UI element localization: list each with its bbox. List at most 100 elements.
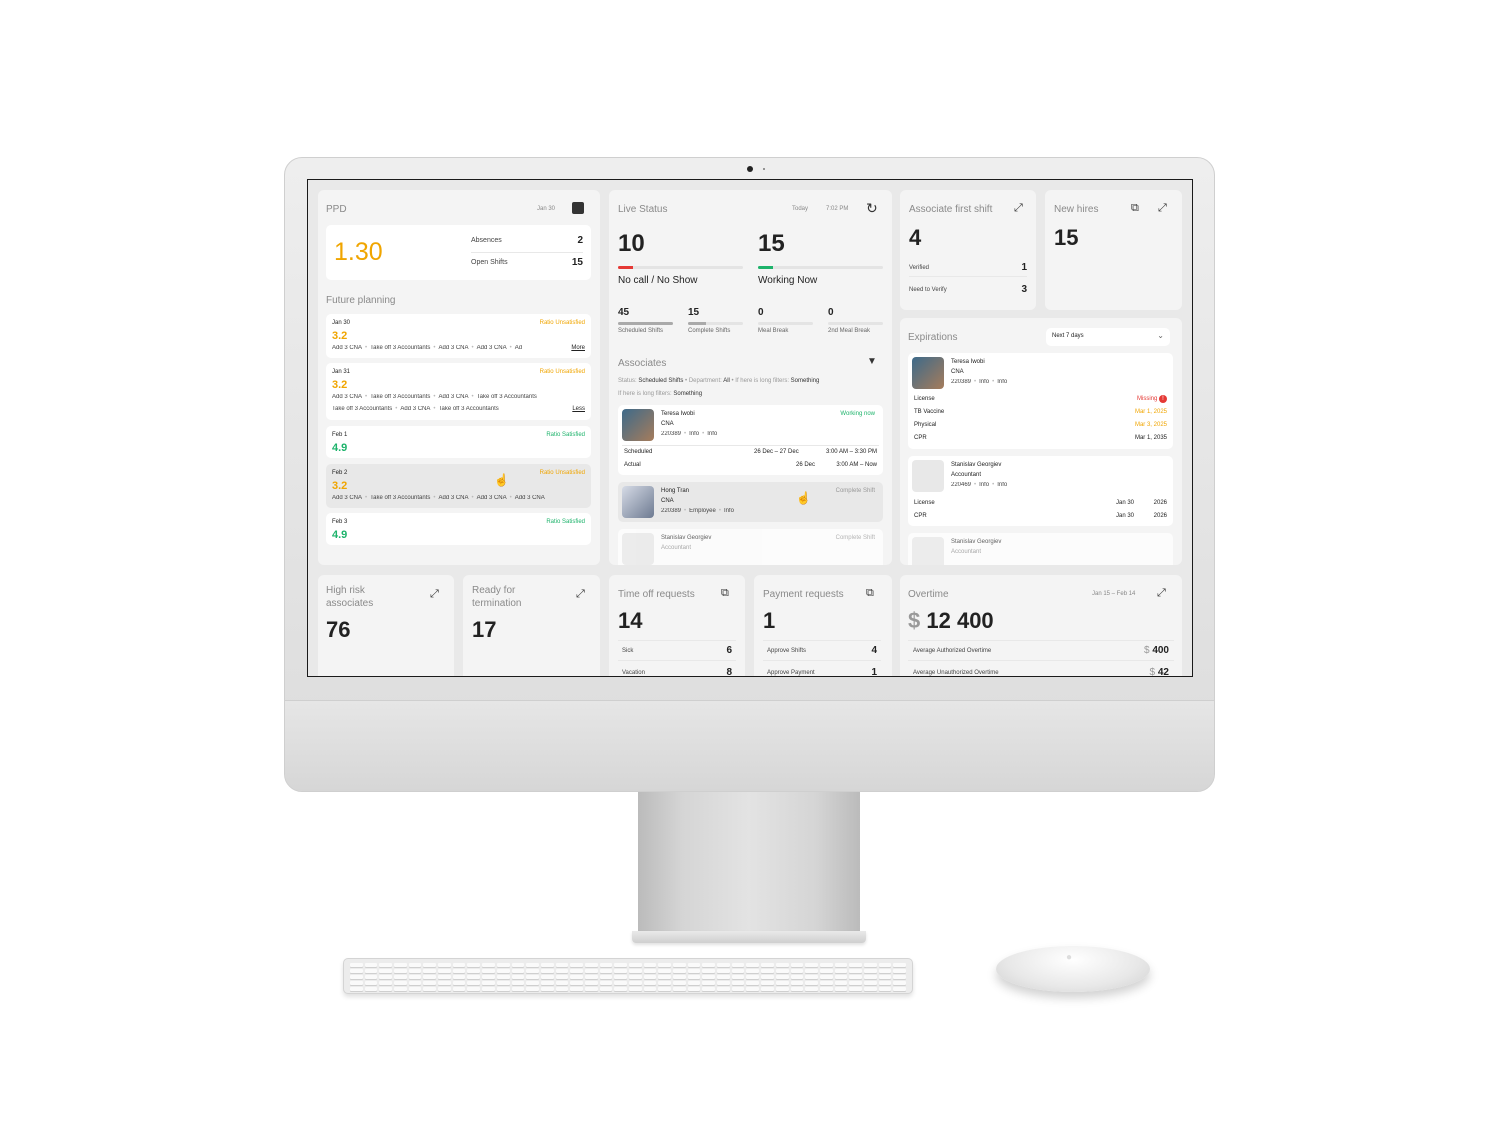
expand-icon[interactable]: ⤢ — [1014, 203, 1023, 214]
filter-row: Status: Scheduled Shifts • Department: A… — [618, 378, 820, 384]
apple-logo-icon: ● — [1066, 952, 1073, 963]
afs-value: 4 — [909, 225, 922, 250]
monitor-bezel: PPD Jan 30 1.30 Absences 2 Open Shifts 15 … — [284, 157, 1215, 792]
plan-item[interactable]: Feb 3 Ratio Satisfied 4.9 — [326, 513, 591, 545]
more-link[interactable]: More — [571, 345, 585, 351]
associate-name: Teresa Iwobi — [661, 411, 695, 417]
plan-item[interactable]: Jan 31 Ratio Unsatisfied 3.2 Add 3 CNATa… — [326, 363, 591, 420]
associates-title: Associates — [618, 358, 667, 369]
filter-row-2: If here is long filters: Something — [618, 391, 703, 397]
status-badge: Complete Shift — [835, 488, 875, 494]
filter-icon[interactable]: ▼ — [867, 357, 877, 367]
avatar — [622, 486, 654, 518]
plan-chips: Add 3 CNATake off 3 AccountantsAdd 3 CNA… — [332, 345, 557, 351]
ppd-card: PPD Jan 30 1.30 Absences 2 Open Shifts 15 … — [318, 190, 600, 565]
time-off-title: Time off requests — [618, 589, 695, 600]
plan-value: 4.9 — [332, 442, 348, 454]
open-shifts-value: 15 — [571, 257, 583, 268]
plan-status: Ratio Unsatisfied — [539, 470, 585, 476]
plan-status: Ratio Unsatisfied — [539, 320, 585, 326]
expiration-item[interactable]: Teresa Iwobi CNA 220389InfoInfo LicenseM… — [908, 353, 1173, 449]
payment-requests-card: Payment requests ⧉ 1 Approve Shifts 4 App… — [754, 575, 892, 676]
associate-card[interactable]: Teresa Iwobi CNA 220389InfoInfo Working … — [618, 405, 883, 475]
avatar-placeholder — [622, 533, 654, 565]
plan-chips: Take off 3 AccountantsAdd 3 CNATake off … — [332, 406, 557, 412]
refresh-icon[interactable]: ↻ — [866, 201, 878, 215]
period-select[interactable]: Next 7 days ⌄ — [1046, 328, 1170, 346]
status-badge: Working now — [840, 411, 875, 417]
external-link-icon[interactable]: ⧉ — [1131, 203, 1139, 214]
plan-status: Ratio Satisfied — [546, 519, 585, 525]
status-badge: Complete Shift — [835, 535, 875, 541]
future-planning-title: Future planning — [326, 295, 396, 306]
hand-cursor-icon: ☝ — [494, 473, 509, 487]
ppd-summary: 1.30 Absences 2 Open Shifts 15 — [326, 225, 591, 280]
ppd-title: PPD — [326, 204, 347, 215]
meal-break-stat: 0 Meal Break — [758, 307, 813, 334]
mouse: ● — [996, 946, 1150, 992]
second-meal-break-stat: 0 2nd Meal Break — [828, 307, 883, 334]
plan-status: Ratio Unsatisfied — [539, 369, 585, 375]
working-now-bar — [758, 266, 883, 269]
expiration-item[interactable]: Stanislav Georgiev Accountant — [908, 533, 1173, 565]
plan-chips: Add 3 CNATake off 3 AccountantsAdd 3 CNA… — [332, 394, 582, 400]
associate-name: Hong Tran — [661, 488, 690, 494]
monitor-chin — [285, 700, 1214, 791]
less-link[interactable]: Less — [572, 406, 585, 412]
overtime-range: Jan 15 – Feb 14 — [1092, 591, 1136, 597]
associate-card[interactable]: Stanislav Georgiev Accountant Complete S… — [618, 529, 883, 565]
calendar-icon[interactable] — [572, 202, 584, 214]
plan-value: 3.2 — [332, 379, 348, 391]
afs-title: Associate first shift — [909, 204, 993, 215]
monitor-stand — [638, 792, 860, 934]
associate-first-shift-card: Associate first shift ⤢ 4 Verified 1 Need… — [900, 190, 1036, 310]
payment-title: Payment requests — [763, 589, 844, 600]
no-call-bar — [618, 266, 743, 269]
overtime-card: Overtime Jan 15 – Feb 14 ⤢ $ 12 400 Aver… — [900, 575, 1182, 676]
external-link-icon[interactable]: ⧉ — [866, 588, 874, 599]
camera-icon — [747, 166, 753, 172]
time-off-value: 14 — [618, 608, 643, 633]
working-now-value: 15 — [758, 230, 785, 257]
plan-status: Ratio Satisfied — [546, 432, 585, 438]
time-off-card: Time off requests ⧉ 14 Sick 6 Vacation 8 — [609, 575, 745, 676]
ready-termination-card: Ready for termination ⤢ 17 — [463, 575, 600, 676]
plan-value: 3.2 — [332, 480, 348, 492]
overtime-total: $ 12 400 — [908, 608, 994, 633]
plan-value: 4.9 — [332, 529, 348, 541]
open-shifts-label: Open Shifts — [471, 259, 508, 266]
expand-icon[interactable]: ⤢ — [1157, 588, 1166, 599]
avatar — [912, 357, 944, 389]
plan-item-hover[interactable]: Feb 2 Ratio Unsatisfied 3.2 Add 3 CNATak… — [326, 464, 591, 508]
absences-label: Absences — [471, 237, 502, 244]
chevron-down-icon: ⌄ — [1157, 331, 1164, 340]
expand-icon[interactable]: ⤢ — [430, 589, 439, 600]
hand-cursor-icon: ☝ — [796, 491, 811, 505]
ppd-value: 1.30 — [334, 238, 383, 266]
plan-item[interactable]: Jan 30 Ratio Unsatisfied 3.2 Add 3 CNATa… — [326, 314, 591, 358]
new-hires-card: New hires ⧉ ⤢ 15 — [1045, 190, 1182, 310]
live-day: Today — [792, 206, 809, 212]
expand-icon[interactable]: ⤢ — [576, 589, 585, 600]
associate-card-hover[interactable]: Hong Tran CNA 220389EmployeeInfo Complet… — [618, 482, 883, 522]
monitor-stand-base — [632, 931, 866, 943]
associate-name: Stanislav Georgiev — [951, 539, 1002, 545]
high-risk-value: 76 — [326, 617, 351, 642]
ppd-date: Jan 30 — [537, 206, 556, 212]
payment-value: 1 — [763, 608, 776, 633]
avatar-placeholder — [912, 460, 944, 492]
avatar — [622, 409, 654, 441]
new-hires-value: 15 — [1054, 225, 1079, 250]
ready-termination-value: 17 — [472, 617, 497, 642]
associate-name: Stanislav Georgiev — [661, 535, 712, 541]
plan-item[interactable]: Feb 1 Ratio Satisfied 4.9 — [326, 426, 591, 458]
dashboard-screen: PPD Jan 30 1.30 Absences 2 Open Shifts 15 … — [307, 179, 1193, 677]
associate-name: Stanislav Georgiev — [951, 462, 1002, 468]
live-status-title: Live Status — [618, 204, 668, 215]
expirations-card: Expirations Next 7 days ⌄ Teresa Iwobi C… — [900, 318, 1182, 565]
expiration-item[interactable]: Stanislav Georgiev Accountant 220469Info… — [908, 456, 1173, 526]
expirations-title: Expirations — [908, 332, 958, 343]
external-link-icon[interactable]: ⧉ — [721, 588, 729, 599]
live-status-card: Live Status Today 7:02 PM ↻ 10 No call /… — [609, 190, 892, 565]
expand-icon[interactable]: ⤢ — [1158, 203, 1167, 214]
